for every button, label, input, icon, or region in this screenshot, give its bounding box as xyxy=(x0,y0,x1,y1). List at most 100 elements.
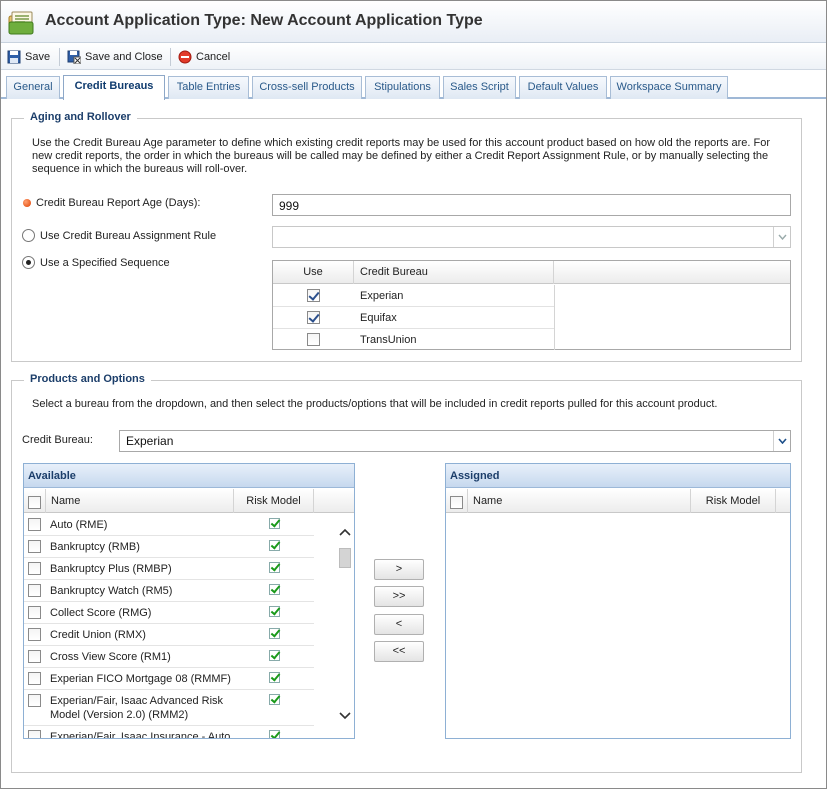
risk-model-column-header[interactable]: Risk Model xyxy=(691,489,776,513)
save-button[interactable]: Save xyxy=(7,48,50,66)
chevron-down-icon[interactable] xyxy=(773,431,790,451)
tab-credit-bureaus[interactable]: Credit Bureaus xyxy=(63,75,165,100)
cancel-button[interactable]: Cancel xyxy=(178,48,230,66)
sequence-grid: Use Credit Bureau Experian Equifax Trans… xyxy=(272,260,791,350)
item-checkbox[interactable] xyxy=(28,672,41,685)
tab-table-entries[interactable]: Table Entries xyxy=(168,76,249,99)
cancel-label: Cancel xyxy=(196,51,231,63)
item-checkbox[interactable] xyxy=(28,694,41,707)
available-item[interactable]: Cross View Score (RM1) xyxy=(24,646,314,668)
risk-model-check-icon xyxy=(269,628,280,639)
use-checkbox[interactable] xyxy=(307,333,320,346)
available-item[interactable]: Auto (RME) xyxy=(24,514,314,536)
specified-sequence-radio[interactable] xyxy=(22,256,35,269)
use-column-header[interactable]: Use xyxy=(273,261,354,284)
specified-sequence-option[interactable]: Use a Specified Sequence xyxy=(22,256,170,269)
risk-model-check-icon xyxy=(269,518,280,529)
toolbar-separator xyxy=(170,48,171,66)
bureau-name: Experian xyxy=(360,290,404,302)
remove-all-button[interactable]: << xyxy=(374,641,424,662)
name-column-header[interactable]: Name xyxy=(468,489,691,513)
report-age-input[interactable]: 999 xyxy=(272,194,791,216)
risk-model-check-icon xyxy=(269,606,280,617)
window-title: Account Application Type: New Account Ap… xyxy=(45,12,483,29)
risk-model-check-icon xyxy=(269,540,280,551)
item-checkbox[interactable] xyxy=(28,650,41,663)
save-and-close-icon xyxy=(67,50,81,64)
credit-bureau-dropdown[interactable]: Experian xyxy=(119,430,791,452)
tab-sales-script[interactable]: Sales Script xyxy=(443,76,516,99)
assignment-rule-radio[interactable] xyxy=(22,229,35,242)
sequence-row[interactable]: Equifax xyxy=(273,307,554,329)
toolbar-separator xyxy=(59,48,60,66)
item-checkbox[interactable] xyxy=(28,606,41,619)
bureau-name: TransUnion xyxy=(360,334,417,346)
assignment-rule-label: Use Credit Bureau Assignment Rule xyxy=(40,229,217,242)
item-name: Cross View Score (RM1) xyxy=(50,651,171,663)
available-item[interactable]: Experian/Fair, Isaac Advanced Risk Model… xyxy=(24,690,314,726)
credit-bureau-label: Credit Bureau: xyxy=(22,434,93,446)
available-item[interactable]: Credit Union (RMX) xyxy=(24,624,314,646)
item-name: Bankruptcy Plus (RMBP) xyxy=(50,563,172,575)
select-all-cell[interactable] xyxy=(446,489,468,513)
risk-model-check-icon xyxy=(269,730,280,738)
grid-divider xyxy=(554,285,555,350)
item-checkbox[interactable] xyxy=(28,518,41,531)
risk-model-check-icon xyxy=(269,694,280,705)
title-bar: Account Application Type: New Account Ap… xyxy=(1,1,826,43)
aging-description: Use the Credit Bureau Age parameter to d… xyxy=(32,137,802,176)
save-and-close-button[interactable]: Save and Close xyxy=(67,48,163,66)
item-name: Collect Score (RMG) xyxy=(50,607,152,619)
assigned-list-header: Name Risk Model xyxy=(446,489,790,513)
risk-model-check-icon xyxy=(269,584,280,595)
available-item[interactable]: Bankruptcy (RMB) xyxy=(24,536,314,558)
products-options-group: Products and Options Select a bureau fro… xyxy=(11,373,802,773)
use-checkbox[interactable] xyxy=(307,311,320,324)
chevron-up-icon[interactable] xyxy=(339,528,351,536)
risk-model-check-icon xyxy=(269,562,280,573)
select-all-checkbox[interactable] xyxy=(28,496,41,509)
name-column-header[interactable]: Name xyxy=(46,489,234,513)
item-checkbox[interactable] xyxy=(28,584,41,597)
save-icon xyxy=(7,50,21,64)
tab-stipulations[interactable]: Stipulations xyxy=(365,76,440,99)
available-item[interactable]: Bankruptcy Plus (RMBP) xyxy=(24,558,314,580)
cancel-icon xyxy=(178,50,192,64)
aging-rollover-legend: Aging and Rollover xyxy=(24,111,137,123)
sequence-row[interactable]: TransUnion xyxy=(273,329,554,351)
use-checkbox[interactable] xyxy=(307,289,320,302)
available-item[interactable]: Bankruptcy Watch (RM5) xyxy=(24,580,314,602)
add-all-button[interactable]: >> xyxy=(374,586,424,607)
available-scrollbar[interactable] xyxy=(337,514,353,738)
remove-button[interactable]: < xyxy=(374,614,424,635)
specified-sequence-label: Use a Specified Sequence xyxy=(40,256,170,269)
select-all-cell[interactable] xyxy=(24,489,46,513)
assignment-rule-dropdown[interactable] xyxy=(272,226,791,248)
item-checkbox[interactable] xyxy=(28,730,41,738)
item-checkbox[interactable] xyxy=(28,628,41,641)
tab-default-values[interactable]: Default Values xyxy=(519,76,607,99)
save-and-close-label: Save and Close xyxy=(85,51,163,63)
sequence-row[interactable]: Experian xyxy=(273,285,554,307)
scroll-thumb[interactable] xyxy=(339,548,351,568)
available-item[interactable]: Experian/Fair, Isaac Insurance - Auto xyxy=(24,726,314,738)
item-name: Experian/Fair, Isaac Advanced Risk Model… xyxy=(50,695,224,721)
toolbar: Save Save and Close Cancel xyxy=(1,44,826,70)
available-list: Auto (RME) Bankruptcy (RMB) Bankruptcy Plu… xyxy=(24,514,314,738)
tab-general[interactable]: General xyxy=(6,76,60,99)
item-checkbox[interactable] xyxy=(28,562,41,575)
available-item[interactable]: Experian FICO Mortgage 08 (RMMF) xyxy=(24,668,314,690)
available-item[interactable]: Collect Score (RMG) xyxy=(24,602,314,624)
credit-bureau-column-header[interactable]: Credit Bureau xyxy=(354,261,554,284)
bureau-name: Equifax xyxy=(360,312,397,324)
tab-cross-sell-products[interactable]: Cross-sell Products xyxy=(252,76,362,99)
risk-model-check-icon xyxy=(269,672,280,683)
item-checkbox[interactable] xyxy=(28,540,41,553)
select-all-checkbox[interactable] xyxy=(450,496,463,509)
assignment-rule-option[interactable]: Use Credit Bureau Assignment Rule xyxy=(22,229,216,242)
tab-workspace-summary[interactable]: Workspace Summary xyxy=(610,76,728,99)
add-button[interactable]: > xyxy=(374,559,424,580)
chevron-down-icon[interactable] xyxy=(339,712,351,720)
chevron-down-icon[interactable] xyxy=(773,227,790,247)
risk-model-column-header[interactable]: Risk Model xyxy=(234,489,314,513)
